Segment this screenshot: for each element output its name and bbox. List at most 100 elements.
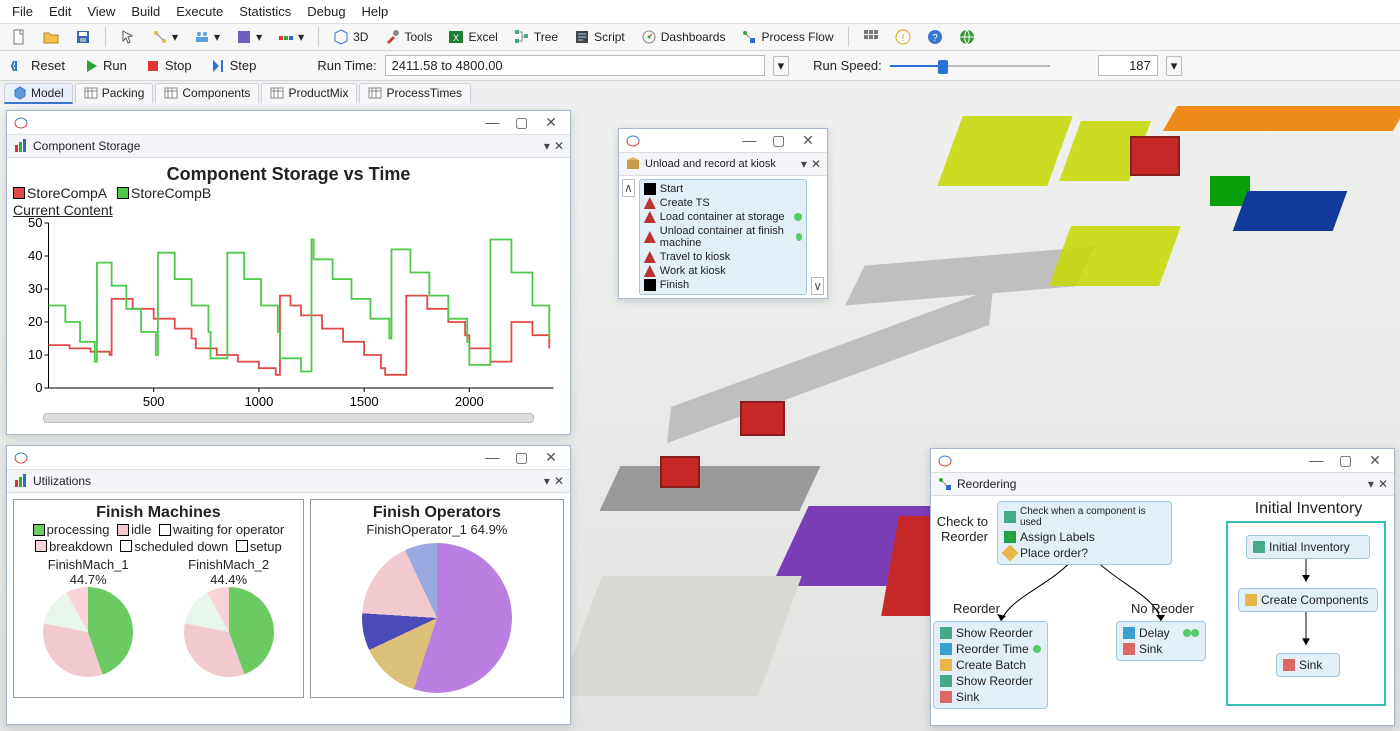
panel-tab-label[interactable]: Utilizations [33,474,91,488]
close-icon[interactable]: ✕ [1362,452,1388,469]
minimize-icon[interactable]: — [479,449,505,465]
minimize-icon[interactable]: — [479,114,505,130]
legend-swatch-a [13,187,25,199]
scroll-up-icon[interactable]: ∧ [622,179,635,197]
step-button[interactable]: Step [205,56,262,76]
maximize-icon[interactable]: ▢ [509,114,535,131]
svg-text:30: 30 [28,281,42,296]
maximize-icon[interactable]: ▢ [509,449,535,466]
script-button[interactable]: Script [569,27,630,47]
panel-dropdown-icon[interactable]: ▾ [1368,477,1374,491]
minimize-icon[interactable]: — [1303,452,1329,468]
save-button[interactable] [70,27,96,47]
menu-help[interactable]: Help [356,2,395,21]
util-box1-title: Finish Machines [18,504,299,522]
runtime-field[interactable]: 2411.58 to 4800.00 [385,55,765,76]
close-icon[interactable]: ✕ [538,114,564,131]
panel-close-icon[interactable]: ✕ [1378,477,1388,491]
panel-tab-label[interactable]: Component Storage [33,139,140,153]
globe-icon[interactable] [954,27,980,47]
pointer-tool[interactable] [115,27,141,47]
svg-text:0: 0 [35,380,42,395]
panel-close-icon[interactable]: ✕ [554,474,564,488]
flow-left-box[interactable]: Show ReorderReorder TimeCreate BatchShow… [933,621,1048,709]
stop-button[interactable]: Stop [140,56,197,76]
panel-reordering: — ▢ ✕ Reordering ▾ ✕ Check to Reorder Ch… [930,448,1395,726]
help-icon[interactable]: ? [922,27,948,47]
util-box2-title: Finish Operators [315,504,559,522]
task-row[interactable]: Create TS [642,196,804,210]
flow-inv-3[interactable]: Sink [1276,653,1340,677]
runspeed-label: Run Speed: [813,58,882,73]
open-file-button[interactable] [38,27,64,47]
dashboards-button[interactable]: Dashboards [636,27,731,47]
line-chart: 01020304050500100015002000 [13,218,564,413]
view-3d-button[interactable]: 3D [328,27,373,47]
chart-hscrollbar[interactable] [43,413,534,423]
tools-button[interactable]: Tools [379,27,437,47]
package-icon [625,156,641,172]
runspeed-field[interactable]: 187 [1098,55,1158,76]
panel-dropdown-icon[interactable]: ▾ [544,474,550,488]
task-row[interactable]: Unload container at finish machine [642,224,804,250]
task-row[interactable]: Load container at storage [642,210,804,224]
run-toolbar: Reset Run Stop Step Run Time: 2411.58 to… [0,51,1400,81]
run-button[interactable]: Run [78,56,132,76]
new-file-button[interactable] [6,27,32,47]
runspeed-dropdown-icon[interactable]: ▾ [1166,56,1183,76]
panel-dropdown-icon[interactable]: ▾ [801,157,807,171]
connect-tool[interactable]: ▾ [147,27,183,47]
tab-productmix[interactable]: ProductMix [261,83,357,104]
panel-close-icon[interactable]: ✕ [554,139,564,153]
shape-tool[interactable]: ▾ [231,27,267,47]
svg-text:2000: 2000 [455,394,484,409]
task-title: Unload and record at kiosk [645,158,776,170]
maximize-icon[interactable]: ▢ [1333,452,1359,469]
task-row[interactable]: Start [642,182,804,196]
svg-text:!: ! [901,33,904,44]
flow-inv-2[interactable]: Create Components [1238,588,1378,612]
main-toolbar: ▾ ▾ ▾ ▾ 3D Tools XExcel Tree Script Dash… [0,24,1400,51]
legend-swatch-b [117,187,129,199]
reset-button[interactable]: Reset [6,56,70,76]
branch-noreorder-label: No Reoder [1131,601,1194,616]
menu-file[interactable]: File [6,2,39,21]
menu-edit[interactable]: Edit [43,2,77,21]
flow-inv-1[interactable]: Initial Inventory [1246,535,1370,559]
panel-dropdown-icon[interactable]: ▾ [544,139,550,153]
flow-right-box[interactable]: DelaySink [1116,621,1206,661]
tab-packing[interactable]: Packing [75,83,154,104]
pie-finishmach1 [43,587,133,677]
menu-bar: File Edit View Build Execute Statistics … [0,0,1400,24]
close-icon[interactable]: ✕ [538,449,564,466]
runspeed-slider[interactable] [890,58,1090,74]
menu-execute[interactable]: Execute [170,2,229,21]
task-row[interactable]: Work at kiosk [642,264,804,278]
info-icon[interactable]: ! [890,27,916,47]
task-row[interactable]: Travel to kiosk [642,250,804,264]
grid-icon[interactable] [858,27,884,47]
maximize-icon[interactable]: ▢ [766,132,792,149]
tab-processtimes[interactable]: ProcessTimes [359,83,471,104]
pie-finishoperator [362,543,512,693]
menu-statistics[interactable]: Statistics [233,2,297,21]
tab-components[interactable]: Components [155,83,259,104]
menu-view[interactable]: View [81,2,121,21]
runtime-label: Run Time: [317,58,376,73]
flow-check-box[interactable]: Check when a component is used Assign La… [997,501,1172,565]
menu-build[interactable]: Build [125,2,166,21]
close-icon[interactable]: ✕ [795,132,821,149]
tree-button[interactable]: Tree [509,27,563,47]
excel-button[interactable]: XExcel [443,27,502,47]
tab-model[interactable]: Model [4,83,73,104]
runtime-dropdown-icon[interactable]: ▾ [773,56,790,76]
panel-close-icon[interactable]: ✕ [811,157,821,171]
people-tool[interactable]: ▾ [189,27,225,47]
task-row[interactable]: Finish [642,278,804,292]
panel-tab-label[interactable]: Reordering [957,477,1016,491]
color-tool[interactable]: ▾ [273,27,309,47]
processflow-button[interactable]: Process Flow [736,27,838,47]
menu-debug[interactable]: Debug [301,2,351,21]
scroll-down-icon[interactable]: ∨ [811,277,824,295]
minimize-icon[interactable]: — [736,132,762,148]
